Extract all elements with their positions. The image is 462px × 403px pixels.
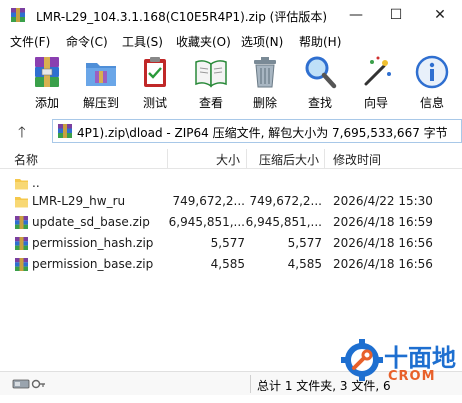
file-packed-size: 4,585	[287, 257, 322, 271]
add-button[interactable]: 添加	[20, 54, 74, 112]
menu-favorites[interactable]: 收藏夹(O)	[176, 33, 231, 50]
menu-file[interactable]: 文件(F)	[10, 33, 50, 50]
zip-archive-icon	[15, 216, 28, 229]
file-row[interactable]: permission_hash.zip 5,577 5,577 2026/4/1…	[0, 233, 462, 254]
file-modified: 2026/4/18 16:56	[333, 257, 433, 271]
file-size: 749,672,2...	[172, 194, 245, 208]
column-divider[interactable]	[246, 149, 247, 169]
column-divider[interactable]	[324, 149, 325, 169]
toolbar: 添加 解压到 测试 查看 删除 查找 向导 信息	[0, 51, 462, 115]
file-packed-size: 5,577	[287, 236, 322, 250]
file-size: 6,945,851,...	[168, 215, 245, 229]
path-bar: 🡑 4P1).zip\dload - ZIP64 压缩文件, 解包大小为 7,6…	[0, 117, 462, 145]
status-divider	[250, 375, 251, 393]
test-button[interactable]: 测试	[128, 54, 182, 112]
file-packed-size: 749,672,2...	[249, 194, 322, 208]
file-name: ..	[32, 176, 40, 190]
delete-trash-icon	[254, 57, 276, 88]
file-row[interactable]: permission_base.zip 4,585 4,585 2026/4/1…	[0, 254, 462, 275]
file-row[interactable]: LMR-L29_hw_ru 749,672,2... 749,672,2... …	[0, 191, 462, 212]
file-name: permission_base.zip	[32, 257, 154, 271]
find-button[interactable]: 查找	[293, 54, 347, 112]
column-modified[interactable]: 修改时间	[333, 151, 381, 168]
find-label: 查找	[307, 96, 332, 110]
column-packed-size[interactable]: 压缩后大小	[259, 151, 319, 168]
site-watermark: 十面地 CROM	[336, 336, 460, 398]
extract-to-button[interactable]: 解压到	[74, 54, 128, 112]
menu-help[interactable]: 帮助(H)	[299, 33, 341, 50]
view-label: 查看	[198, 96, 223, 110]
file-size: 5,577	[210, 236, 245, 250]
file-name: LMR-L29_hw_ru	[32, 194, 126, 208]
info-button[interactable]: 信息	[405, 54, 459, 112]
watermark-text: 十面地	[384, 344, 456, 372]
info-icon	[415, 55, 449, 89]
title-bar: LMR-L29_104.3.1.168(C10E5R4P1).zip (评估版本…	[0, 0, 462, 30]
column-name[interactable]: 名称	[14, 151, 38, 168]
file-name: permission_hash.zip	[32, 236, 154, 250]
minimize-button[interactable]: —	[336, 0, 376, 30]
file-packed-size: 6,945,851,...	[245, 215, 322, 229]
up-one-level-button[interactable]: 🡑	[18, 122, 26, 147]
view-book-icon	[195, 60, 227, 88]
delete-button[interactable]: 删除	[238, 54, 292, 112]
watermark-subtext: CROM	[388, 369, 436, 384]
drive-key-icon	[12, 379, 45, 389]
path-text: 4P1).zip\dload - ZIP64 压缩文件, 解包大小为 7,695…	[77, 126, 448, 140]
test-label: 测试	[142, 96, 167, 110]
menu-options[interactable]: 选项(N)	[241, 33, 283, 50]
gear-wrench-logo-icon	[341, 339, 383, 381]
column-divider[interactable]	[167, 149, 168, 169]
zip-archive-icon	[15, 258, 28, 271]
view-button[interactable]: 查看	[184, 54, 238, 112]
zip-archive-icon	[15, 237, 28, 250]
add-label: 添加	[34, 96, 59, 110]
delete-label: 删除	[252, 96, 277, 110]
folder-icon	[15, 197, 28, 208]
info-label: 信息	[419, 96, 444, 110]
archive-icon	[58, 124, 72, 138]
extract-folder-icon	[86, 63, 116, 86]
wizard-wand-icon	[364, 56, 391, 86]
folder-icon	[15, 179, 28, 190]
window-title: LMR-L29_104.3.1.168(C10E5R4P1).zip (评估版本…	[36, 10, 328, 24]
file-modified: 2026/4/22 15:30	[333, 194, 433, 208]
file-row[interactable]: update_sd_base.zip 6,945,851,... 6,945,8…	[0, 212, 462, 233]
file-list-header: 名称 大小 压缩后大小 修改时间	[0, 149, 462, 169]
file-modified: 2026/4/18 16:59	[333, 215, 433, 229]
close-button[interactable]: ✕	[420, 0, 460, 30]
wizard-label: 向导	[363, 96, 388, 110]
find-magnifier-icon	[305, 56, 337, 89]
wizard-button[interactable]: 向导	[349, 54, 403, 112]
winrar-app-icon	[11, 8, 25, 22]
menu-tools[interactable]: 工具(S)	[122, 33, 163, 50]
file-modified: 2026/4/18 16:56	[333, 236, 433, 250]
extract-to-label: 解压到	[82, 96, 119, 110]
test-clipboard-icon	[144, 57, 166, 87]
column-size[interactable]: 大小	[216, 151, 240, 168]
file-size: 4,585	[210, 257, 245, 271]
maximize-button[interactable]: ☐	[376, 0, 416, 30]
menu-commands[interactable]: 命令(C)	[66, 33, 108, 50]
file-name: update_sd_base.zip	[32, 215, 150, 229]
path-field[interactable]: 4P1).zip\dload - ZIP64 压缩文件, 解包大小为 7,695…	[52, 119, 462, 143]
add-archive-icon	[35, 57, 59, 87]
menu-bar: 文件(F) 命令(C) 工具(S) 收藏夹(O) 选项(N) 帮助(H)	[0, 30, 462, 51]
